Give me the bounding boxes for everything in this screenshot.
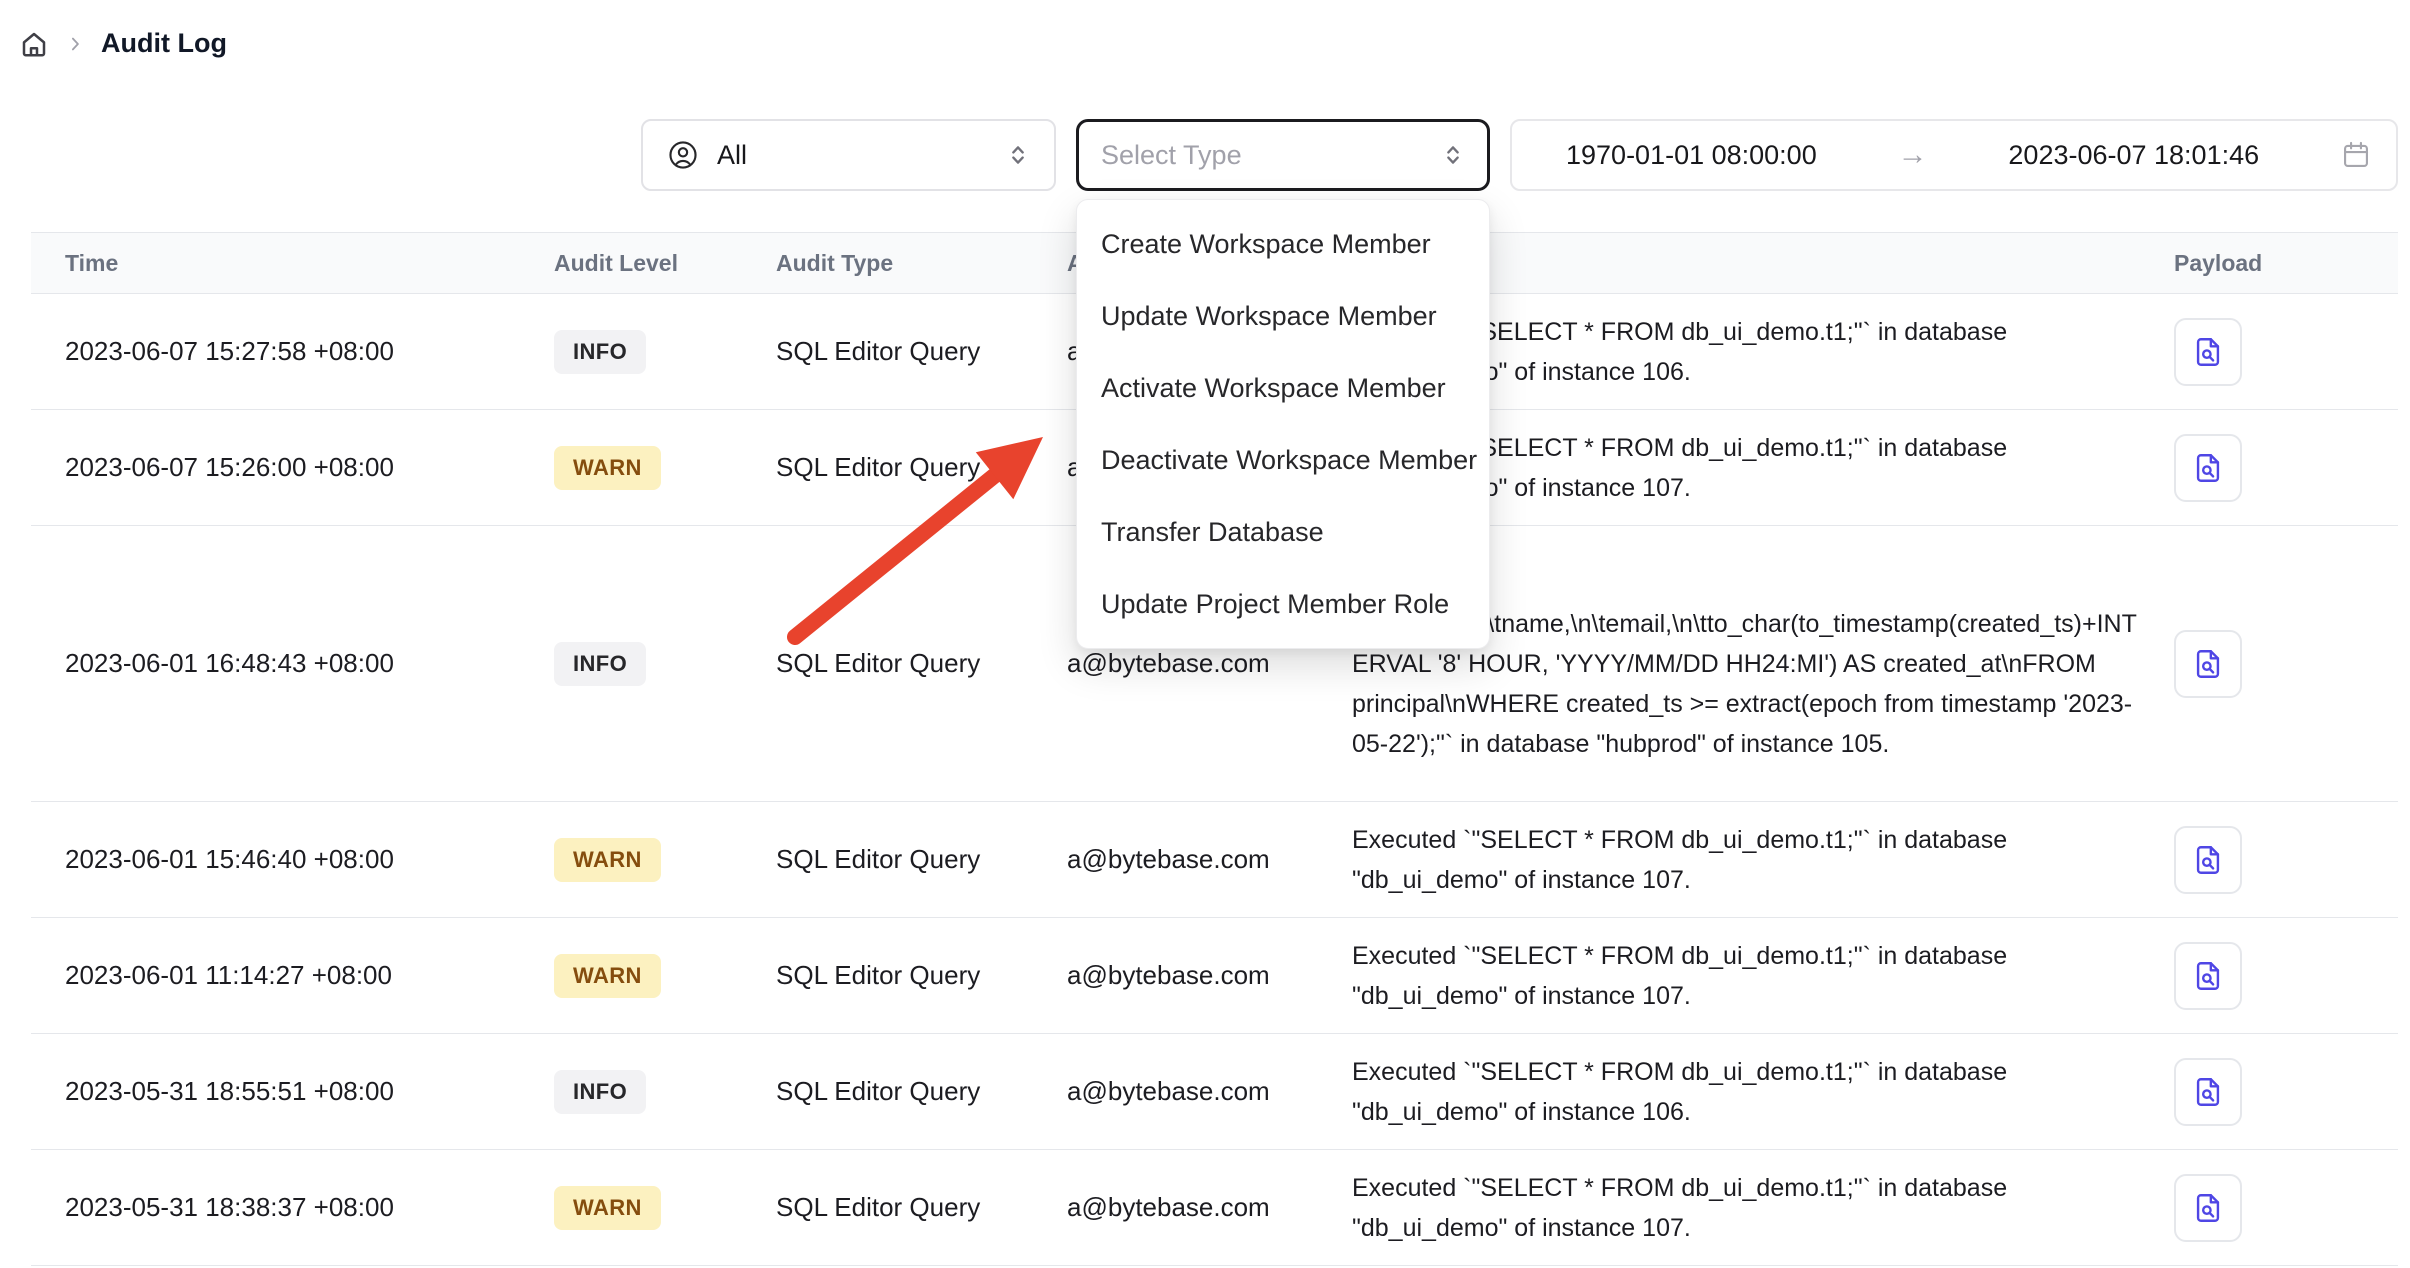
- row-audit-type: SQL Editor Query: [776, 452, 1067, 483]
- audit-log-page: Audit Log All Select Type 197: [0, 0, 2410, 1268]
- dropdown-item-deactivate-workspace-member[interactable]: Deactivate Workspace Member: [1077, 424, 1489, 496]
- audit-level-badge: WARN: [554, 838, 661, 882]
- row-time: 2023-05-31 18:38:37 +08:00: [31, 1192, 554, 1223]
- file-search-icon: [2191, 1191, 2225, 1225]
- audit-level-badge: INFO: [554, 330, 646, 374]
- row-audit-type: SQL Editor Query: [776, 648, 1067, 679]
- row-audit-type: SQL Editor Query: [776, 336, 1067, 367]
- row-audit-level: WARN: [554, 1186, 776, 1230]
- person-circle-icon: [667, 139, 699, 171]
- row-comment: Executed `"SELECT * FROM db_ui_demo.t1;"…: [1352, 820, 2174, 900]
- page-title: Audit Log: [101, 28, 227, 59]
- row-time: 2023-06-07 15:26:00 +08:00: [31, 452, 554, 483]
- payload-view-button[interactable]: [2174, 434, 2242, 502]
- dropdown-item-transfer-database[interactable]: Transfer Database: [1077, 496, 1489, 568]
- row-actor: a@bytebase.com: [1067, 844, 1352, 875]
- row-comment: Executed `"SELECT * FROM db_ui_demo.t1;"…: [1352, 936, 2174, 1016]
- row-audit-level: INFO: [554, 642, 776, 686]
- row-payload: [2174, 434, 2398, 502]
- file-search-icon: [2191, 451, 2225, 485]
- row-actor: a@bytebase.com: [1067, 960, 1352, 991]
- payload-view-button[interactable]: [2174, 1174, 2242, 1242]
- payload-view-button[interactable]: [2174, 318, 2242, 386]
- dropdown-item-update-project-member-role[interactable]: Update Project Member Role: [1077, 568, 1489, 640]
- row-comment: Executed `"SELECT * FROM db_ui_demo.t1;"…: [1352, 1168, 2174, 1248]
- audit-level-badge: INFO: [554, 642, 646, 686]
- date-range-end: 2023-06-07 18:01:46: [2008, 140, 2259, 171]
- file-search-icon: [2191, 335, 2225, 369]
- date-range-picker[interactable]: 1970-01-01 08:00:00 → 2023-06-07 18:01:4…: [1510, 119, 2398, 191]
- row-audit-level: WARN: [554, 838, 776, 882]
- row-time: 2023-06-07 15:27:58 +08:00: [31, 336, 554, 367]
- audit-level-badge: WARN: [554, 446, 661, 490]
- row-audit-level: INFO: [554, 1070, 776, 1114]
- row-actor: a@bytebase.com: [1067, 1076, 1352, 1107]
- header-audit-type: Audit Type: [776, 250, 1067, 277]
- row-payload: [2174, 942, 2398, 1010]
- calendar-icon[interactable]: [2340, 139, 2372, 171]
- row-audit-type: SQL Editor Query: [776, 960, 1067, 991]
- payload-view-button[interactable]: [2174, 826, 2242, 894]
- home-icon[interactable]: [19, 29, 49, 59]
- row-time: 2023-06-01 11:14:27 +08:00: [31, 960, 554, 991]
- table-row: 2023-06-01 15:46:40 +08:00 WARN SQL Edit…: [31, 802, 2398, 918]
- up-down-chevron-icon: [1439, 141, 1467, 169]
- row-comment: Executed `"SELECT * FROM db_ui_demo.t1;"…: [1352, 1052, 2174, 1132]
- arrow-right-icon: →: [1898, 138, 1928, 172]
- table-row: 2023-05-31 18:38:37 +08:00 WARN SQL Edit…: [31, 1150, 2398, 1266]
- type-filter-placeholder: Select Type: [1101, 140, 1242, 171]
- table-row: 2023-05-31 18:55:51 +08:00 INFO SQL Edit…: [31, 1034, 2398, 1150]
- audit-level-badge: WARN: [554, 1186, 661, 1230]
- header-payload: Payload: [2174, 250, 2398, 277]
- file-search-icon: [2191, 843, 2225, 877]
- row-actor: a@bytebase.com: [1067, 648, 1352, 679]
- header-time: Time: [31, 250, 554, 277]
- file-search-icon: [2191, 1075, 2225, 1109]
- chevron-right-icon: [65, 34, 85, 54]
- row-payload: [2174, 1058, 2398, 1126]
- breadcrumb: Audit Log: [19, 28, 227, 59]
- audit-level-badge: INFO: [554, 1070, 646, 1114]
- file-search-icon: [2191, 647, 2225, 681]
- row-audit-type: SQL Editor Query: [776, 1076, 1067, 1107]
- row-time: 2023-06-01 15:46:40 +08:00: [31, 844, 554, 875]
- audit-level-badge: WARN: [554, 954, 661, 998]
- actor-filter-select[interactable]: All: [641, 119, 1056, 191]
- row-audit-type: SQL Editor Query: [776, 1192, 1067, 1223]
- row-payload: [2174, 1174, 2398, 1242]
- row-payload: [2174, 630, 2398, 698]
- row-audit-type: SQL Editor Query: [776, 844, 1067, 875]
- payload-view-button[interactable]: [2174, 630, 2242, 698]
- type-filter-select[interactable]: Select Type: [1076, 119, 1490, 191]
- row-audit-level: WARN: [554, 446, 776, 490]
- date-range-start: 1970-01-01 08:00:00: [1566, 140, 1817, 171]
- dropdown-item-update-workspace-member[interactable]: Update Workspace Member: [1077, 280, 1489, 352]
- header-audit-level: Audit Level: [554, 250, 776, 277]
- payload-view-button[interactable]: [2174, 1058, 2242, 1126]
- row-time: 2023-06-01 16:48:43 +08:00: [31, 648, 554, 679]
- payload-view-button[interactable]: [2174, 942, 2242, 1010]
- row-audit-level: WARN: [554, 954, 776, 998]
- dropdown-item-activate-workspace-member[interactable]: Activate Workspace Member: [1077, 352, 1489, 424]
- row-time: 2023-05-31 18:55:51 +08:00: [31, 1076, 554, 1107]
- table-row: 2023-06-01 11:14:27 +08:00 WARN SQL Edit…: [31, 918, 2398, 1034]
- file-search-icon: [2191, 959, 2225, 993]
- type-select-dropdown: Create Workspace Member Update Workspace…: [1076, 199, 1490, 649]
- dropdown-item-create-workspace-member[interactable]: Create Workspace Member: [1077, 208, 1489, 280]
- actor-filter-value: All: [717, 140, 986, 171]
- up-down-chevron-icon: [1004, 141, 1032, 169]
- row-payload: [2174, 826, 2398, 894]
- row-actor: a@bytebase.com: [1067, 1192, 1352, 1223]
- row-audit-level: INFO: [554, 330, 776, 374]
- row-payload: [2174, 318, 2398, 386]
